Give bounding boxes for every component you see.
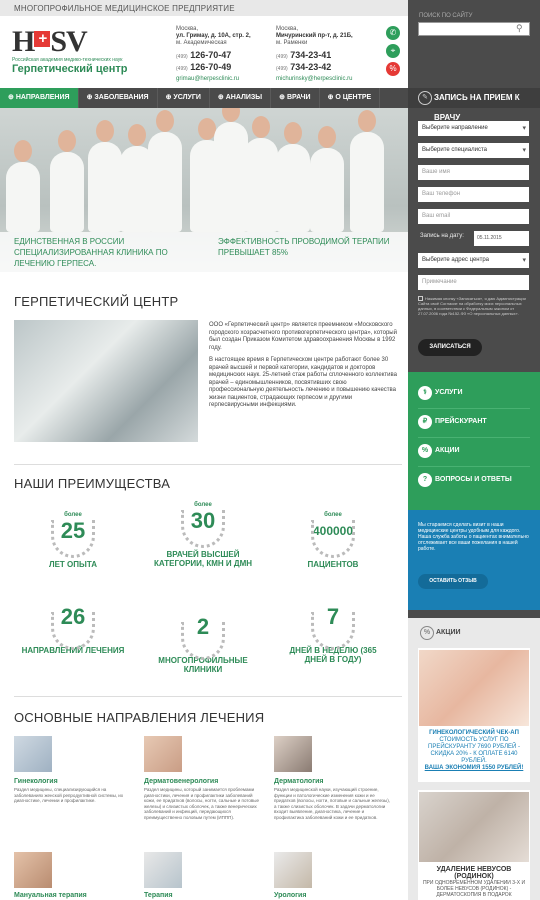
search-icon[interactable]: ⚲	[516, 23, 523, 34]
hero-caption-left: Единственная в России специализированная…	[0, 232, 204, 272]
promo-card-2-text: Удаление невусов (родинок) при одновреме…	[422, 866, 526, 898]
promo-title: % Акции	[420, 626, 461, 640]
percent-icon: %	[418, 444, 432, 458]
date-label: Запись на дату:	[420, 233, 464, 239]
urology-image	[274, 852, 312, 888]
nav-item-directions[interactable]: ⊕ Направления	[0, 88, 79, 108]
nav-item-diseases[interactable]: ⊕ Заболевания	[79, 88, 158, 108]
search-input[interactable]	[418, 22, 530, 36]
menu-promotions[interactable]: % Акции	[418, 442, 530, 460]
phone-2[interactable]: (499) 126-70-49	[176, 62, 251, 74]
email-link[interactable]: grimau@herpesclinic.ru	[176, 76, 251, 83]
header: H + SV Российская академия медико-техничес…	[0, 16, 408, 88]
phone-field[interactable]: Ваш телефон	[418, 187, 529, 202]
phone-1[interactable]: (499) 734-23-41	[276, 50, 353, 62]
search-label: Поиск по сайту	[419, 13, 473, 19]
name-field[interactable]: Ваше имя	[418, 165, 529, 180]
specialist-select[interactable]: Выберите специалиста	[418, 143, 529, 158]
email-link[interactable]: michurinsky@herpesclinic.ru	[276, 76, 353, 83]
logo[interactable]: H + SV Российская академия медико-техничес…	[12, 25, 142, 76]
menu-services[interactable]: ⚕ Услуги	[418, 384, 530, 402]
chat-icon: ?	[418, 473, 432, 487]
clinic-select[interactable]: Выберите адрес центра	[418, 253, 529, 268]
email-field[interactable]: Ваш email	[418, 209, 529, 224]
direction-manual-therapy[interactable]: Мануальная терапия	[14, 852, 132, 899]
advantages-title: Наши преимущества	[14, 476, 171, 491]
nav-item-services[interactable]: ⊕ Услуги	[158, 88, 210, 108]
direction-select[interactable]: Выберите направление	[418, 121, 529, 136]
note-field[interactable]: Примечание	[418, 275, 529, 290]
divider	[14, 464, 402, 465]
promo-card-1-text: Гинекологический чек-ап стоимость услуг …	[424, 730, 524, 771]
manual-therapy-image	[14, 852, 52, 888]
nav-item-doctors[interactable]: ⊕ Врачи	[271, 88, 320, 108]
logo-cross-icon: +	[34, 31, 51, 47]
advantage-clinics: 2 многопрофильные клиники	[158, 614, 248, 674]
promo-image-checkup	[419, 650, 529, 726]
nav-item-analyses[interactable]: ⊕ Анализы	[210, 88, 272, 108]
advantage-years: более 25 лет опыта	[48, 512, 98, 569]
about-title: Герпетический центр	[14, 294, 179, 309]
ruble-icon: ₽	[418, 415, 432, 429]
direction-dermatovenereology[interactable]: Дерматовенерология Раздел медицины, кото…	[144, 736, 262, 820]
direction-urology[interactable]: Урология	[274, 852, 392, 899]
advantage-directions: 26 направлений лечения	[21, 604, 125, 655]
gynecology-image	[14, 736, 52, 772]
clinic-room-image	[14, 320, 198, 442]
advantage-doctors: более 30 врачей высшей категории, кмн и …	[153, 502, 253, 568]
promo-image-nevus	[419, 792, 529, 862]
dermatology-image	[274, 736, 312, 772]
menu-faq[interactable]: ? Вопросы и ответы	[418, 471, 530, 489]
feedback-block: Мы стараемся сделать визит в наши медици…	[408, 510, 540, 610]
advantage-patients: более 400000 пациентов	[307, 512, 359, 569]
date-field[interactable]: 05.11.2015	[474, 231, 529, 246]
pencil-icon: ✎	[418, 91, 432, 105]
leave-feedback-button[interactable]: Оставить отзыв	[418, 574, 488, 589]
map-pin-icon[interactable]: ⌖	[386, 44, 400, 58]
directions-title: Основные направления лечения	[14, 710, 265, 725]
services-icon: ⚕	[418, 386, 432, 400]
address-block-michurinsky: Москва, Мичуринский пр-т, д. 21Б, м. Рам…	[276, 26, 353, 83]
direction-gynecology[interactable]: Гинекология Раздел медицины, специализир…	[14, 736, 132, 804]
address-block-grimau: Москва, ул. Гримау, д. 10А, стр. 2, м. А…	[176, 26, 251, 83]
logo-title: Герпетический центр	[12, 63, 128, 75]
menu-pricelist[interactable]: ₽ Прейскурант	[418, 413, 530, 431]
divider	[14, 696, 402, 697]
about-text: ООО «Герпетический центр» является преем…	[209, 322, 397, 408]
consent-checkbox-text[interactable]: Нажимая кнопку «Записаться», я даю Админ…	[418, 296, 530, 316]
advantage-days: 7 дней в неделю (365 дней в году)	[289, 604, 377, 664]
direction-dermatology[interactable]: Дерматология Раздел медицинской науки, и…	[274, 736, 392, 820]
therapy-image	[144, 852, 182, 888]
submit-appointment-button[interactable]: Записаться	[418, 339, 482, 356]
logo-mark: H + SV	[12, 25, 88, 58]
percent-icon[interactable]: %	[386, 62, 400, 76]
phone-2[interactable]: (499) 734-23-42	[276, 62, 353, 74]
direction-therapy[interactable]: Терапия	[144, 852, 262, 899]
hero-caption-right: Эффективность проводимой терапии превыша…	[204, 232, 408, 272]
dermatovenereology-image	[144, 736, 182, 772]
nav-item-about[interactable]: ⊕ О центре	[320, 88, 381, 108]
phone-icon[interactable]: ✆	[386, 26, 400, 40]
percent-icon: %	[420, 626, 434, 640]
main-nav: ⊕ Направления ⊕ Заболевания ⊕ Услуги ⊕ А…	[0, 88, 408, 108]
phone-1[interactable]: (499) 126-70-47	[176, 50, 251, 62]
